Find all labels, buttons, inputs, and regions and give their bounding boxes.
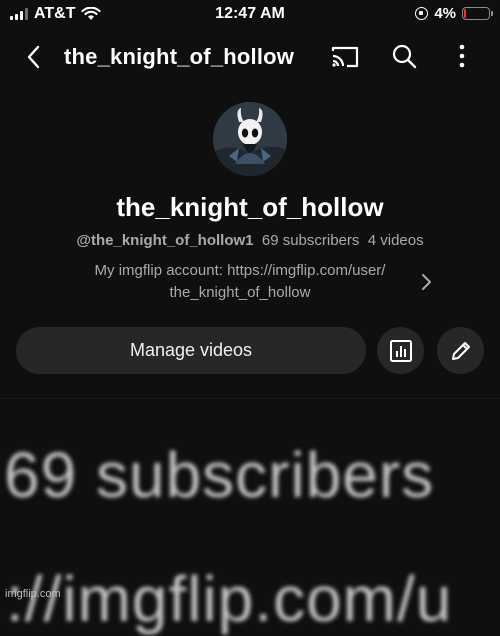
orientation-lock-icon (415, 7, 429, 20)
back-icon[interactable] (20, 42, 50, 72)
more-icon[interactable] (450, 42, 474, 70)
analytics-icon (389, 339, 412, 362)
description-line-2: the_knight_of_hollow (169, 284, 311, 301)
chevron-right-icon[interactable] (418, 272, 434, 292)
edit-button[interactable] (437, 327, 484, 374)
search-icon[interactable] (390, 42, 418, 70)
status-bar: AT&T 12:47 AM 4% (0, 0, 500, 30)
pencil-icon (451, 341, 470, 360)
subscriber-count: 69 subscribers (261, 232, 360, 249)
knight-avatar-icon (213, 102, 287, 176)
battery-percent: 4% (434, 5, 456, 22)
video-count: 4 videos (367, 232, 424, 249)
battery-icon (462, 7, 493, 20)
status-right: 4% (415, 5, 493, 22)
channel-avatar[interactable] (213, 102, 287, 176)
channel-description[interactable]: My imgflip account: https://imgflip.com/… (40, 260, 440, 304)
channel-handle: @the_knight_of_hollow1 (76, 232, 254, 249)
zoomed-url-text: ://imgflip.com/u (6, 563, 453, 635)
description-line-1: My imgflip account: https://imgflip.com/… (94, 262, 386, 279)
zoomed-subscribers-text: 69 subscribers (4, 439, 435, 511)
page-title: the_knight_of_hollow (64, 44, 295, 69)
cast-icon[interactable] (330, 44, 360, 70)
app-header: the_knight_of_hollow (0, 36, 500, 80)
divider (0, 398, 500, 399)
watermark: imgflip.com (5, 588, 61, 600)
channel-meta: @the_knight_of_hollow1 69 subscribers 4 … (0, 232, 500, 249)
manage-videos-button[interactable]: Manage videos (16, 327, 366, 374)
channel-name: the_knight_of_hollow (116, 192, 384, 222)
analytics-button[interactable] (377, 327, 424, 374)
